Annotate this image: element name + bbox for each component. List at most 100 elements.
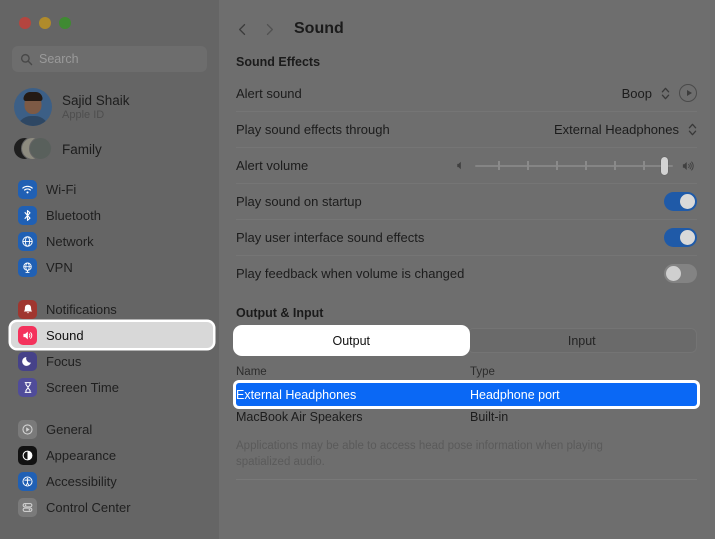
device-type: Built-in [470, 410, 508, 424]
column-header-name: Name [236, 366, 470, 378]
moon-icon [18, 352, 37, 371]
sidebar-item-label: Sound [46, 328, 84, 343]
chevron-right-icon[interactable] [263, 23, 276, 36]
row-label: Alert sound [236, 86, 302, 101]
avatar [14, 88, 52, 126]
bluetooth-icon [18, 206, 37, 225]
table-row[interactable]: MacBook Air Speakers Built-in [236, 406, 697, 428]
sidebar-item-label: Accessibility [46, 474, 117, 489]
sidebar-group-system: Notifications Sound [0, 296, 219, 400]
speaker-high-icon [681, 159, 697, 173]
sidebar-item-control-center[interactable]: Control Center [11, 494, 208, 520]
speaker-icon [18, 326, 37, 345]
zoom-button[interactable] [59, 17, 71, 29]
section-title-sound-effects: Sound Effects [236, 55, 697, 69]
sidebar-item-notifications[interactable]: Notifications [11, 296, 208, 322]
sidebar-item-label: Control Center [46, 500, 131, 515]
hourglass-icon [18, 378, 37, 397]
wifi-icon [18, 180, 37, 199]
toolbar: Sound [219, 0, 715, 44]
toggle-play-ui-sound-effects[interactable] [664, 228, 697, 247]
account-subtitle: Apple ID [62, 109, 130, 121]
tab-output[interactable]: Output [236, 328, 467, 353]
section-title-output-input: Output & Input [236, 306, 697, 320]
table-header: Name Type [236, 362, 697, 383]
sidebar-item-general[interactable]: General [11, 416, 208, 442]
row-label: Play sound on startup [236, 194, 362, 209]
page-title: Sound [294, 20, 344, 38]
sidebar-item-label: Network [46, 234, 94, 249]
vpn-globe-icon [18, 258, 37, 277]
sidebar-group-general: General Appearance [0, 416, 219, 520]
row-label: Play sound effects through [236, 122, 390, 137]
appearance-icon [18, 446, 37, 465]
play-through-value[interactable]: External Headphones [554, 122, 679, 137]
stepper-chevrons-icon[interactable] [688, 122, 697, 137]
sidebar-item-label: Appearance [46, 448, 116, 463]
sidebar-item-focus[interactable]: Focus [11, 348, 208, 374]
sidebar-item-label: Focus [46, 354, 81, 369]
row-play-ui-sound-effects: Play user interface sound effects [236, 219, 697, 255]
row-alert-volume: Alert volume [236, 147, 697, 183]
search-placeholder: Search [39, 52, 79, 66]
device-table: Name Type External Headphones Headphone … [236, 362, 697, 428]
tab-input[interactable]: Input [467, 328, 698, 353]
account-name: Sajid Shaik [62, 93, 130, 108]
gear-settings-icon [18, 420, 37, 439]
speaker-low-icon [454, 159, 467, 172]
family-label: Family [62, 142, 102, 157]
sound-effects-rows: Alert sound Boop Play sound effects thro… [236, 75, 697, 291]
device-name: MacBook Air Speakers [236, 410, 470, 424]
window-controls [0, 0, 219, 29]
stepper-chevrons-icon[interactable] [661, 86, 670, 101]
output-input-tabs: Output Input [236, 328, 697, 353]
chevron-left-icon[interactable] [236, 23, 249, 36]
row-alert-sound: Alert sound Boop [236, 75, 697, 111]
sidebar-item-family[interactable]: Family [14, 134, 207, 164]
sidebar-item-label: Screen Time [46, 380, 119, 395]
bell-icon [18, 300, 37, 319]
sidebar-item-accessibility[interactable]: Accessibility [11, 468, 208, 494]
sidebar-item-label: Notifications [46, 302, 117, 317]
toggle-play-sound-on-startup[interactable] [664, 192, 697, 211]
sidebar-item-label: General [46, 422, 92, 437]
family-avatars-icon [14, 136, 52, 162]
sidebar-item-sound[interactable]: Sound [11, 322, 213, 348]
slider-knob[interactable] [661, 157, 668, 175]
sidebar-item-vpn[interactable]: VPN [11, 254, 208, 280]
alert-volume-slider[interactable] [475, 157, 673, 175]
search-icon [20, 53, 33, 66]
sidebar-item-network[interactable]: Network [11, 228, 208, 254]
sidebar-item-screen-time[interactable]: Screen Time [11, 374, 208, 400]
table-row[interactable]: External Headphones Headphone port [236, 383, 697, 406]
sidebar-item-label: VPN [46, 260, 73, 275]
sidebar: Search Sajid Shaik Apple ID Family [0, 0, 219, 539]
device-name: External Headphones [236, 388, 470, 402]
sidebar-item-label: Wi-Fi [46, 182, 76, 197]
row-play-feedback-volume: Play feedback when volume is changed [236, 255, 697, 291]
close-button[interactable] [19, 17, 31, 29]
sidebar-item-bluetooth[interactable]: Bluetooth [11, 202, 208, 228]
minimize-button[interactable] [39, 17, 51, 29]
toggle-play-feedback-volume[interactable] [664, 264, 697, 283]
sidebar-group-network: Wi-Fi Bluetooth Network [0, 176, 219, 280]
row-label: Alert volume [236, 158, 308, 173]
settings-content: Sound Effects Alert sound Boop Play soun [219, 55, 715, 480]
row-label: Play feedback when volume is changed [236, 266, 464, 281]
device-type: Headphone port [470, 388, 560, 402]
accessibility-icon [18, 472, 37, 491]
control-center-icon [18, 498, 37, 517]
sidebar-item-appearance[interactable]: Appearance [11, 442, 208, 468]
search-input[interactable]: Search [12, 46, 207, 72]
sidebar-item-label: Bluetooth [46, 208, 101, 223]
play-circle-icon[interactable] [679, 84, 697, 102]
main-panel: Sound Sound Effects Alert sound Boop [219, 0, 715, 539]
apple-id-account-row[interactable]: Sajid Shaik Apple ID [14, 86, 207, 128]
alert-sound-value[interactable]: Boop [622, 86, 652, 101]
column-header-type: Type [470, 366, 495, 378]
row-label: Play user interface sound effects [236, 230, 424, 245]
bottom-divider [236, 479, 697, 480]
network-globe-icon [18, 232, 37, 251]
sidebar-item-wifi[interactable]: Wi-Fi [11, 176, 208, 202]
row-play-sound-effects-through: Play sound effects through External Head… [236, 111, 697, 147]
